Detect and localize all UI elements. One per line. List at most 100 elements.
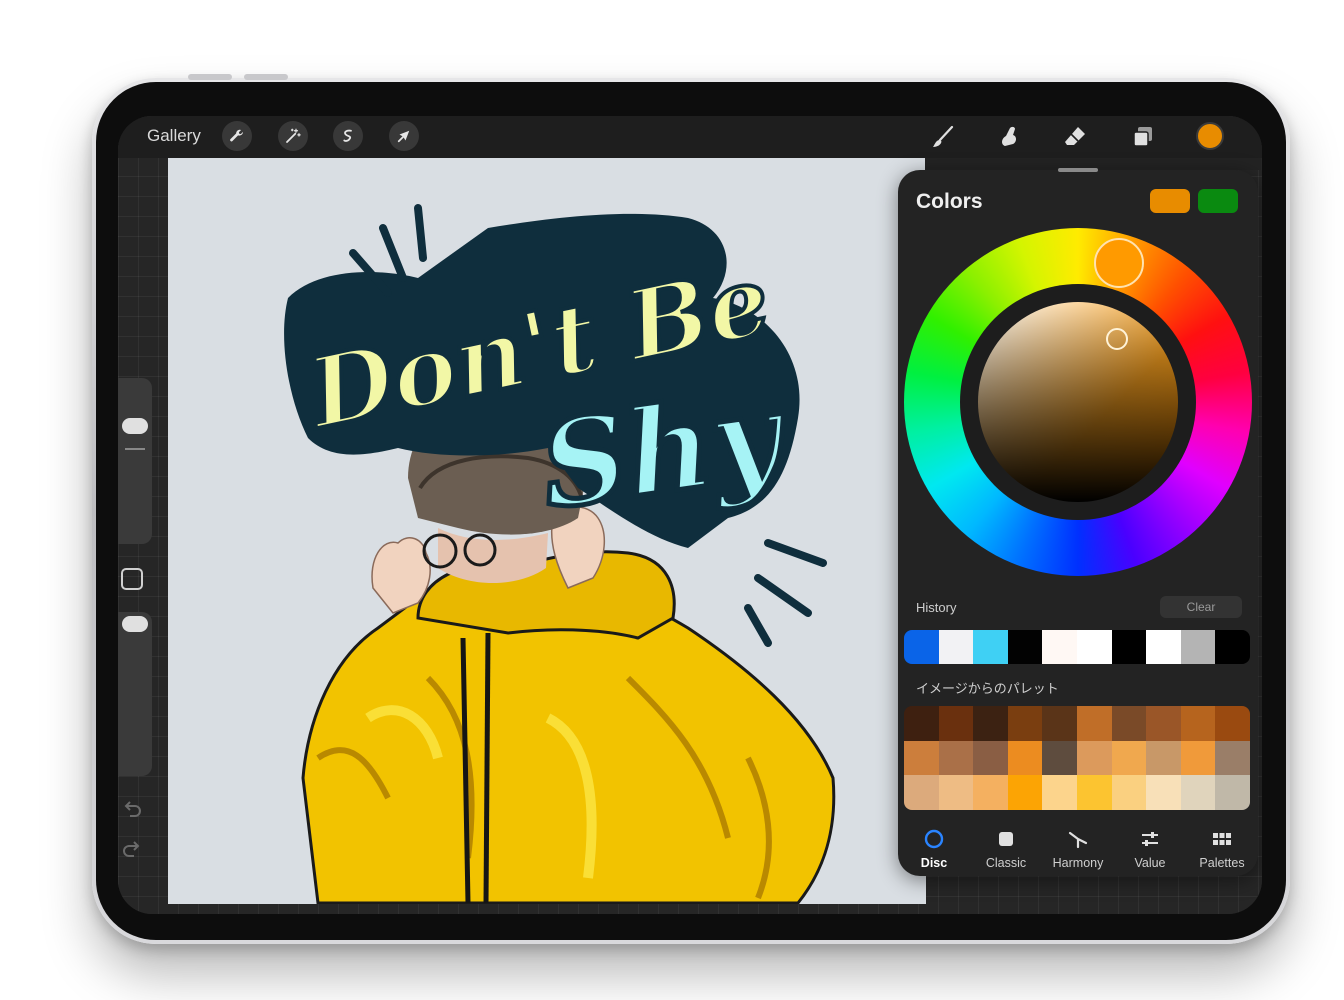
opacity-slider[interactable] — [118, 612, 152, 776]
wheel-center — [960, 284, 1196, 520]
history-swatch[interactable] — [973, 630, 1008, 664]
history-swatch[interactable] — [1215, 630, 1250, 664]
history-swatches — [904, 630, 1250, 664]
left-sidebar — [118, 378, 152, 870]
palette-swatch[interactable] — [904, 706, 939, 741]
selection-button[interactable] — [333, 121, 363, 151]
palette-swatch[interactable] — [1146, 740, 1181, 776]
brush-size-thumb[interactable] — [122, 418, 148, 434]
magic-wand-icon — [286, 128, 301, 143]
palette-swatch[interactable] — [1215, 775, 1250, 810]
palette-swatch[interactable] — [1180, 706, 1216, 741]
palette-swatch[interactable] — [938, 775, 974, 810]
image-palette — [904, 706, 1250, 810]
opacity-thumb[interactable] — [122, 616, 148, 632]
clear-history-button[interactable]: Clear — [1160, 596, 1242, 618]
gallery-button[interactable]: Gallery — [147, 126, 201, 146]
tab-label: Harmony — [1052, 856, 1104, 870]
primary-color-swatch[interactable] — [1150, 189, 1190, 213]
tab-palettes[interactable]: Palettes — [1186, 824, 1258, 876]
palette-swatch[interactable] — [904, 775, 939, 810]
palette-swatch[interactable] — [904, 740, 939, 776]
tab-label: Palettes — [1199, 856, 1245, 870]
brush-size-slider[interactable] — [118, 378, 152, 544]
history-swatch[interactable] — [1076, 630, 1112, 664]
palette-swatch[interactable] — [973, 740, 1008, 776]
volume-button — [188, 74, 232, 80]
smudge-button[interactable] — [992, 120, 1026, 154]
actions-button[interactable] — [222, 121, 252, 151]
palette-swatch[interactable] — [1180, 740, 1216, 776]
history-swatch[interactable] — [1007, 630, 1043, 664]
history-swatch[interactable] — [1111, 630, 1147, 664]
palettes-grid-icon — [1213, 833, 1231, 845]
palette-swatch[interactable] — [973, 706, 1008, 741]
eraser-button[interactable] — [1058, 120, 1092, 154]
palette-swatch[interactable] — [1076, 740, 1112, 776]
harmony-icon — [1068, 831, 1088, 849]
layers-icon — [1133, 127, 1152, 147]
saturation-brightness-disc[interactable] — [978, 302, 1178, 502]
brush-icon — [933, 125, 954, 147]
palette-swatch[interactable] — [1111, 740, 1147, 776]
adjustments-button[interactable] — [278, 121, 308, 151]
history-label: History — [916, 600, 957, 615]
palette-swatch[interactable] — [1111, 775, 1147, 810]
selection-icon — [343, 129, 352, 142]
app-screen: Gallery Don't Be Shy Colors History Clea… — [118, 116, 1262, 914]
saturation-handle[interactable] — [1106, 328, 1128, 350]
tab-harmony[interactable]: Harmony — [1042, 824, 1114, 876]
artwork: Don't Be Shy — [284, 204, 836, 904]
palette-swatch[interactable] — [938, 740, 974, 776]
color-button[interactable] — [1196, 122, 1224, 150]
secondary-color-swatch[interactable] — [1198, 189, 1238, 213]
eraser-icon — [1065, 127, 1085, 145]
palette-swatch[interactable] — [938, 706, 974, 741]
transform-button[interactable] — [389, 121, 419, 151]
palette-swatch[interactable] — [1215, 706, 1250, 741]
tab-disc[interactable]: Disc — [898, 824, 970, 876]
tab-classic[interactable]: Classic — [970, 824, 1042, 876]
panel-title: Colors — [916, 190, 983, 213]
wrench-icon — [230, 129, 243, 142]
palette-swatch[interactable] — [1007, 775, 1043, 810]
history-swatch[interactable] — [1146, 630, 1181, 664]
volume-button — [244, 74, 288, 80]
modify-button[interactable] — [121, 568, 143, 590]
palette-swatch[interactable] — [1076, 706, 1112, 741]
history-swatch[interactable] — [1180, 630, 1216, 664]
history-swatch[interactable] — [904, 630, 939, 664]
smudge-icon — [1002, 126, 1016, 146]
drawing-canvas[interactable]: Don't Be Shy — [168, 158, 926, 904]
palette-swatch[interactable] — [1180, 775, 1216, 810]
palette-swatch[interactable] — [1042, 740, 1077, 776]
brush-button[interactable] — [926, 120, 960, 154]
hue-handle[interactable] — [1094, 238, 1144, 288]
palette-swatch[interactable] — [1042, 775, 1077, 810]
palette-swatch[interactable] — [1042, 706, 1077, 741]
layers-button[interactable] — [1126, 120, 1160, 154]
tab-value[interactable]: Value — [1114, 824, 1186, 876]
slider-marker — [125, 448, 145, 450]
palette-swatch[interactable] — [1111, 706, 1147, 741]
classic-square-icon — [999, 832, 1013, 846]
palette-swatch[interactable] — [973, 775, 1008, 810]
arrow-icon — [397, 130, 410, 143]
palette-swatch[interactable] — [1076, 775, 1112, 810]
hue-ring[interactable] — [904, 228, 1252, 576]
palette-swatch[interactable] — [1007, 706, 1043, 741]
palette-swatch[interactable] — [1007, 740, 1043, 776]
history-swatch[interactable] — [938, 630, 974, 664]
disc-icon — [924, 829, 944, 849]
palette-label: イメージからのパレット — [916, 681, 1059, 696]
palette-swatch[interactable] — [1146, 706, 1181, 741]
history-swatch[interactable] — [1042, 630, 1077, 664]
top-toolbar: Gallery — [118, 116, 1262, 158]
palette-swatch[interactable] — [1146, 775, 1181, 810]
colors-panel: Colors History Clear イメージからのパレット Disc Cl… — [898, 168, 1258, 876]
sliders-icon — [1142, 832, 1158, 846]
redo-icon[interactable] — [121, 838, 143, 860]
panel-grabber[interactable] — [1058, 168, 1098, 172]
undo-icon[interactable] — [121, 798, 143, 820]
palette-swatch[interactable] — [1215, 740, 1250, 776]
